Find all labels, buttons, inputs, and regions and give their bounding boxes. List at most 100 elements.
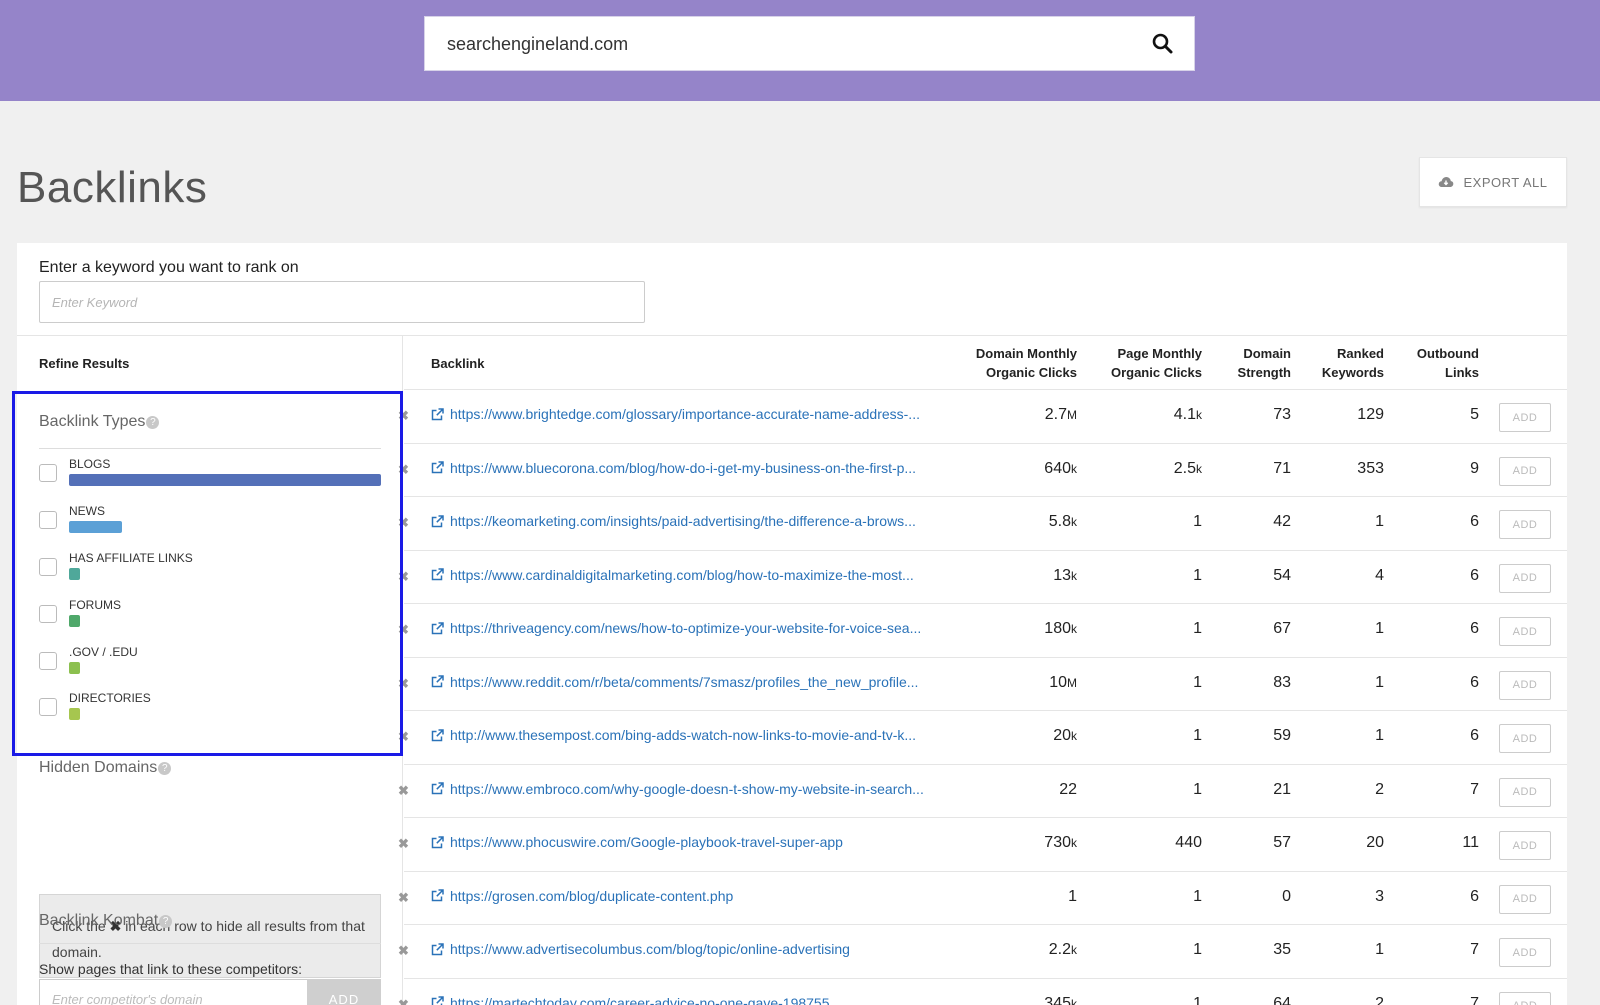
backlink-url-link[interactable]: https://martechtoday.com/career-advice-n…	[431, 995, 830, 1005]
table-row: ✖ https://martechtoday.com/career-advice-…	[398, 979, 1567, 1005]
col-outbound-line1: Outbound	[1416, 346, 1479, 361]
search-icon[interactable]	[1150, 31, 1176, 57]
add-backlink-button[interactable]: ADD	[1499, 991, 1551, 1005]
domain-monthly-clicks-cell: 5.8k	[1049, 513, 1077, 531]
outbound-links-cell: 6	[1470, 513, 1479, 530]
domain-search-input[interactable]	[447, 31, 1127, 57]
refine-results-label: Refine Results	[39, 356, 130, 371]
domain-monthly-clicks-cell: 20k	[1053, 727, 1077, 745]
domain-search-box	[424, 16, 1195, 71]
domain-clicks-value: 22	[1059, 780, 1077, 798]
add-backlink-button[interactable]: ADD	[1499, 563, 1551, 593]
outbound-links-cell: 7	[1470, 994, 1479, 1005]
page-clicks-value: 1	[1193, 994, 1202, 1005]
export-all-button[interactable]: EXPORT ALL	[1419, 157, 1567, 207]
add-backlink-button[interactable]: ADD	[1499, 403, 1551, 432]
backlink-url-link[interactable]: https://www.advertisecolumbus.com/blog/t…	[431, 941, 850, 957]
col-page-clicks-line1: Page Monthly	[1117, 346, 1202, 361]
domain-clicks-unit: M	[1067, 408, 1077, 422]
domain-clicks-unit: k	[1071, 996, 1077, 1005]
col-domain-strength[interactable]: Domain Strength	[1238, 344, 1291, 382]
add-backlink-button[interactable]: ADD	[1499, 670, 1551, 700]
page-monthly-clicks-cell: 440	[1175, 834, 1202, 852]
backlink-url-link[interactable]: https://grosen.com/blog/duplicate-conten…	[431, 888, 733, 904]
outbound-links-cell: 6	[1470, 673, 1479, 691]
outbound-links-cell: 7	[1470, 941, 1479, 958]
domain-monthly-clicks-cell: 2.2k	[1049, 941, 1077, 959]
col-page-monthly-organic-clicks[interactable]: Page Monthly Organic Clicks	[1111, 344, 1202, 382]
add-backlink-button[interactable]: ADD	[1499, 456, 1551, 486]
backlink-url-link[interactable]: https://www.brightedge.com/glossary/impo…	[431, 406, 920, 422]
domain-monthly-clicks-cell: 730k	[1044, 834, 1077, 852]
ranked-keywords-cell: 2	[1375, 780, 1384, 798]
keyword-input[interactable]	[39, 281, 645, 323]
backlink-url-link[interactable]: https://www.bluecorona.com/blog/how-do-i…	[431, 460, 916, 476]
backlink-url: http://www.thesempost.com/bing-adds-watc…	[450, 727, 917, 743]
col-strength-line2: Strength	[1237, 365, 1291, 380]
domain-clicks-unit: k	[1071, 461, 1077, 476]
domain-clicks-value: 13	[1053, 566, 1071, 584]
table-row: ✖ https://www.brightedge.com/glossary/imp…	[398, 390, 1567, 444]
outbound-links-cell: 6	[1470, 620, 1479, 637]
backlink-url: https://www.phocuswire.com/Google-playbo…	[450, 834, 843, 850]
domain-strength-cell: 71	[1273, 459, 1291, 477]
competitor-domain-input[interactable]	[39, 979, 307, 1005]
backlink-url: https://www.cardinaldigitalmarketing.com…	[450, 566, 914, 583]
add-backlink-button[interactable]: ADD	[1499, 884, 1551, 914]
page-clicks-value: 1	[1193, 780, 1202, 798]
page-clicks-value: 2.5	[1173, 459, 1196, 477]
backlink-url-link[interactable]: https://www.reddit.com/r/beta/comments/7…	[431, 674, 918, 690]
help-icon[interactable]: ?	[159, 915, 173, 928]
col-domain-monthly-organic-clicks[interactable]: Domain Monthly Organic Clicks	[976, 344, 1077, 382]
top-bar	[0, 0, 1600, 101]
backlink-url: https://www.brightedge.com/glossary/impo…	[450, 406, 920, 422]
backlink-url: https://www.reddit.com/r/beta/comments/7…	[450, 673, 919, 690]
page-clicks-value: 1	[1193, 941, 1202, 958]
add-competitor-button[interactable]: ADD	[307, 979, 381, 1005]
col-outbound-links[interactable]: Outbound Links	[1417, 344, 1479, 382]
page-title: Backlinks	[17, 163, 208, 212]
add-backlink-button[interactable]: ADD	[1499, 510, 1551, 539]
section-divider	[39, 943, 381, 944]
page-clicks-value: 1	[1193, 673, 1202, 691]
hide-domain-icon[interactable]: ✖	[398, 783, 409, 799]
backlink-url-link[interactable]: https://keomarketing.com/insights/paid-a…	[431, 513, 916, 529]
page-monthly-clicks-cell: 1	[1193, 674, 1202, 692]
domain-clicks-unit: k	[1071, 515, 1077, 529]
domain-clicks-value: 180	[1044, 620, 1071, 637]
export-all-label: EXPORT ALL	[1463, 174, 1548, 190]
add-backlink-button[interactable]: ADD	[1499, 777, 1551, 807]
backlink-url-link[interactable]: https://www.cardinaldigitalmarketing.com…	[431, 567, 914, 583]
backlink-url-link[interactable]: https://www.phocuswire.com/Google-playbo…	[431, 834, 843, 850]
hide-domain-icon[interactable]: ✖	[398, 836, 409, 852]
domain-monthly-clicks-cell: 180k	[1044, 620, 1077, 638]
ranked-keywords-cell: 4	[1375, 566, 1384, 584]
domain-strength-cell: 67	[1273, 620, 1291, 637]
add-backlink-button[interactable]: ADD	[1499, 831, 1551, 860]
backlink-url-link[interactable]: http://www.thesempost.com/bing-adds-watc…	[431, 727, 916, 743]
page-monthly-clicks-cell: 1	[1193, 941, 1202, 959]
add-backlink-button[interactable]: ADD	[1499, 724, 1551, 753]
backlink-url-link[interactable]: https://www.embroco.com/why-google-doesn…	[431, 781, 924, 797]
col-ranked-keywords[interactable]: Ranked Keywords	[1322, 344, 1384, 382]
add-backlink-button[interactable]: ADD	[1499, 617, 1551, 646]
domain-clicks-value: 5.8	[1048, 513, 1071, 530]
col-backlink[interactable]: Backlink	[431, 354, 484, 373]
table-header: Backlink Domain Monthly Organic Clicks P…	[404, 336, 1567, 390]
outbound-links-cell: 9	[1470, 459, 1479, 477]
external-link-icon	[431, 407, 444, 420]
ranked-keywords-cell: 129	[1357, 406, 1384, 423]
backlink-url: https://thriveagency.com/news/how-to-opt…	[450, 620, 922, 636]
table-row: ✖ https://www.embroco.com/why-google-does…	[398, 765, 1567, 818]
hidden-domains-title: Hidden Domains?	[39, 759, 172, 777]
page-clicks-value: 4.1	[1173, 406, 1196, 423]
col-outbound-line2: Links	[1445, 365, 1479, 380]
help-icon[interactable]: ?	[158, 762, 172, 775]
ranked-keywords-cell: 1	[1375, 620, 1384, 637]
hide-domain-icon[interactable]: ✖	[398, 890, 409, 906]
add-backlink-button[interactable]: ADD	[1499, 938, 1551, 967]
table-row: ✖ https://www.bluecorona.com/blog/how-do-…	[398, 444, 1567, 497]
backlink-url-link[interactable]: https://thriveagency.com/news/how-to-opt…	[431, 620, 921, 636]
hide-domain-icon[interactable]: ✖	[398, 997, 409, 1005]
hide-domain-icon[interactable]: ✖	[398, 943, 409, 959]
